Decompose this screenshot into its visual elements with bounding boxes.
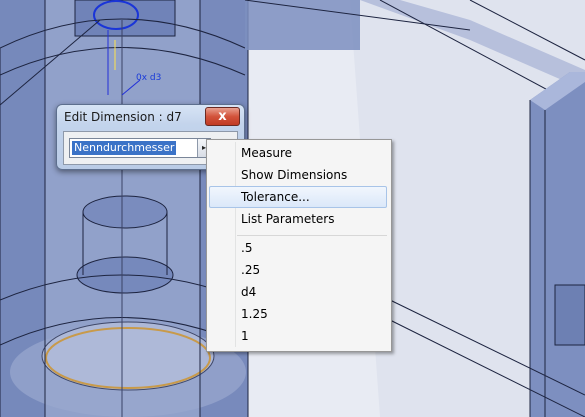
dimension-value-input[interactable]: Nenndurchmesser	[72, 141, 177, 155]
menu-item-label: d4	[241, 285, 257, 299]
menu-item-label: 1.25	[241, 307, 268, 321]
menu-item-value[interactable]: 1.25	[209, 303, 387, 325]
menu-item-value[interactable]: d4	[209, 281, 387, 303]
menu-item-label: Tolerance...	[241, 190, 310, 204]
menu-item-value[interactable]: .25	[209, 259, 387, 281]
menu-item-value[interactable]: .5	[209, 237, 387, 259]
close-button[interactable]: x	[205, 107, 240, 126]
menu-item-show-dimensions[interactable]: Show Dimensions	[209, 164, 387, 186]
menu-item-measure[interactable]: Measure	[209, 142, 387, 164]
dialog-title: Edit Dimension : d7	[64, 110, 182, 124]
menu-item-label: 1	[241, 329, 249, 343]
context-menu[interactable]: Measure Show Dimensions Tolerance... Lis…	[206, 139, 392, 352]
menu-item-label: .5	[241, 241, 253, 255]
menu-item-label: List Parameters	[241, 212, 335, 226]
menu-item-list-parameters[interactable]: List Parameters	[209, 208, 387, 230]
menu-item-label: .25	[241, 263, 261, 277]
dimension-annotation[interactable]: 0x d3	[136, 73, 161, 83]
menu-item-label: Measure	[241, 146, 292, 160]
menu-separator	[237, 235, 387, 236]
menu-item-label: Show Dimensions	[241, 168, 348, 182]
dimension-value-combo[interactable]: Nenndurchmesser ▸	[69, 138, 211, 158]
menu-item-tolerance[interactable]: Tolerance...	[209, 186, 387, 208]
menu-item-value[interactable]: 1	[209, 325, 387, 347]
